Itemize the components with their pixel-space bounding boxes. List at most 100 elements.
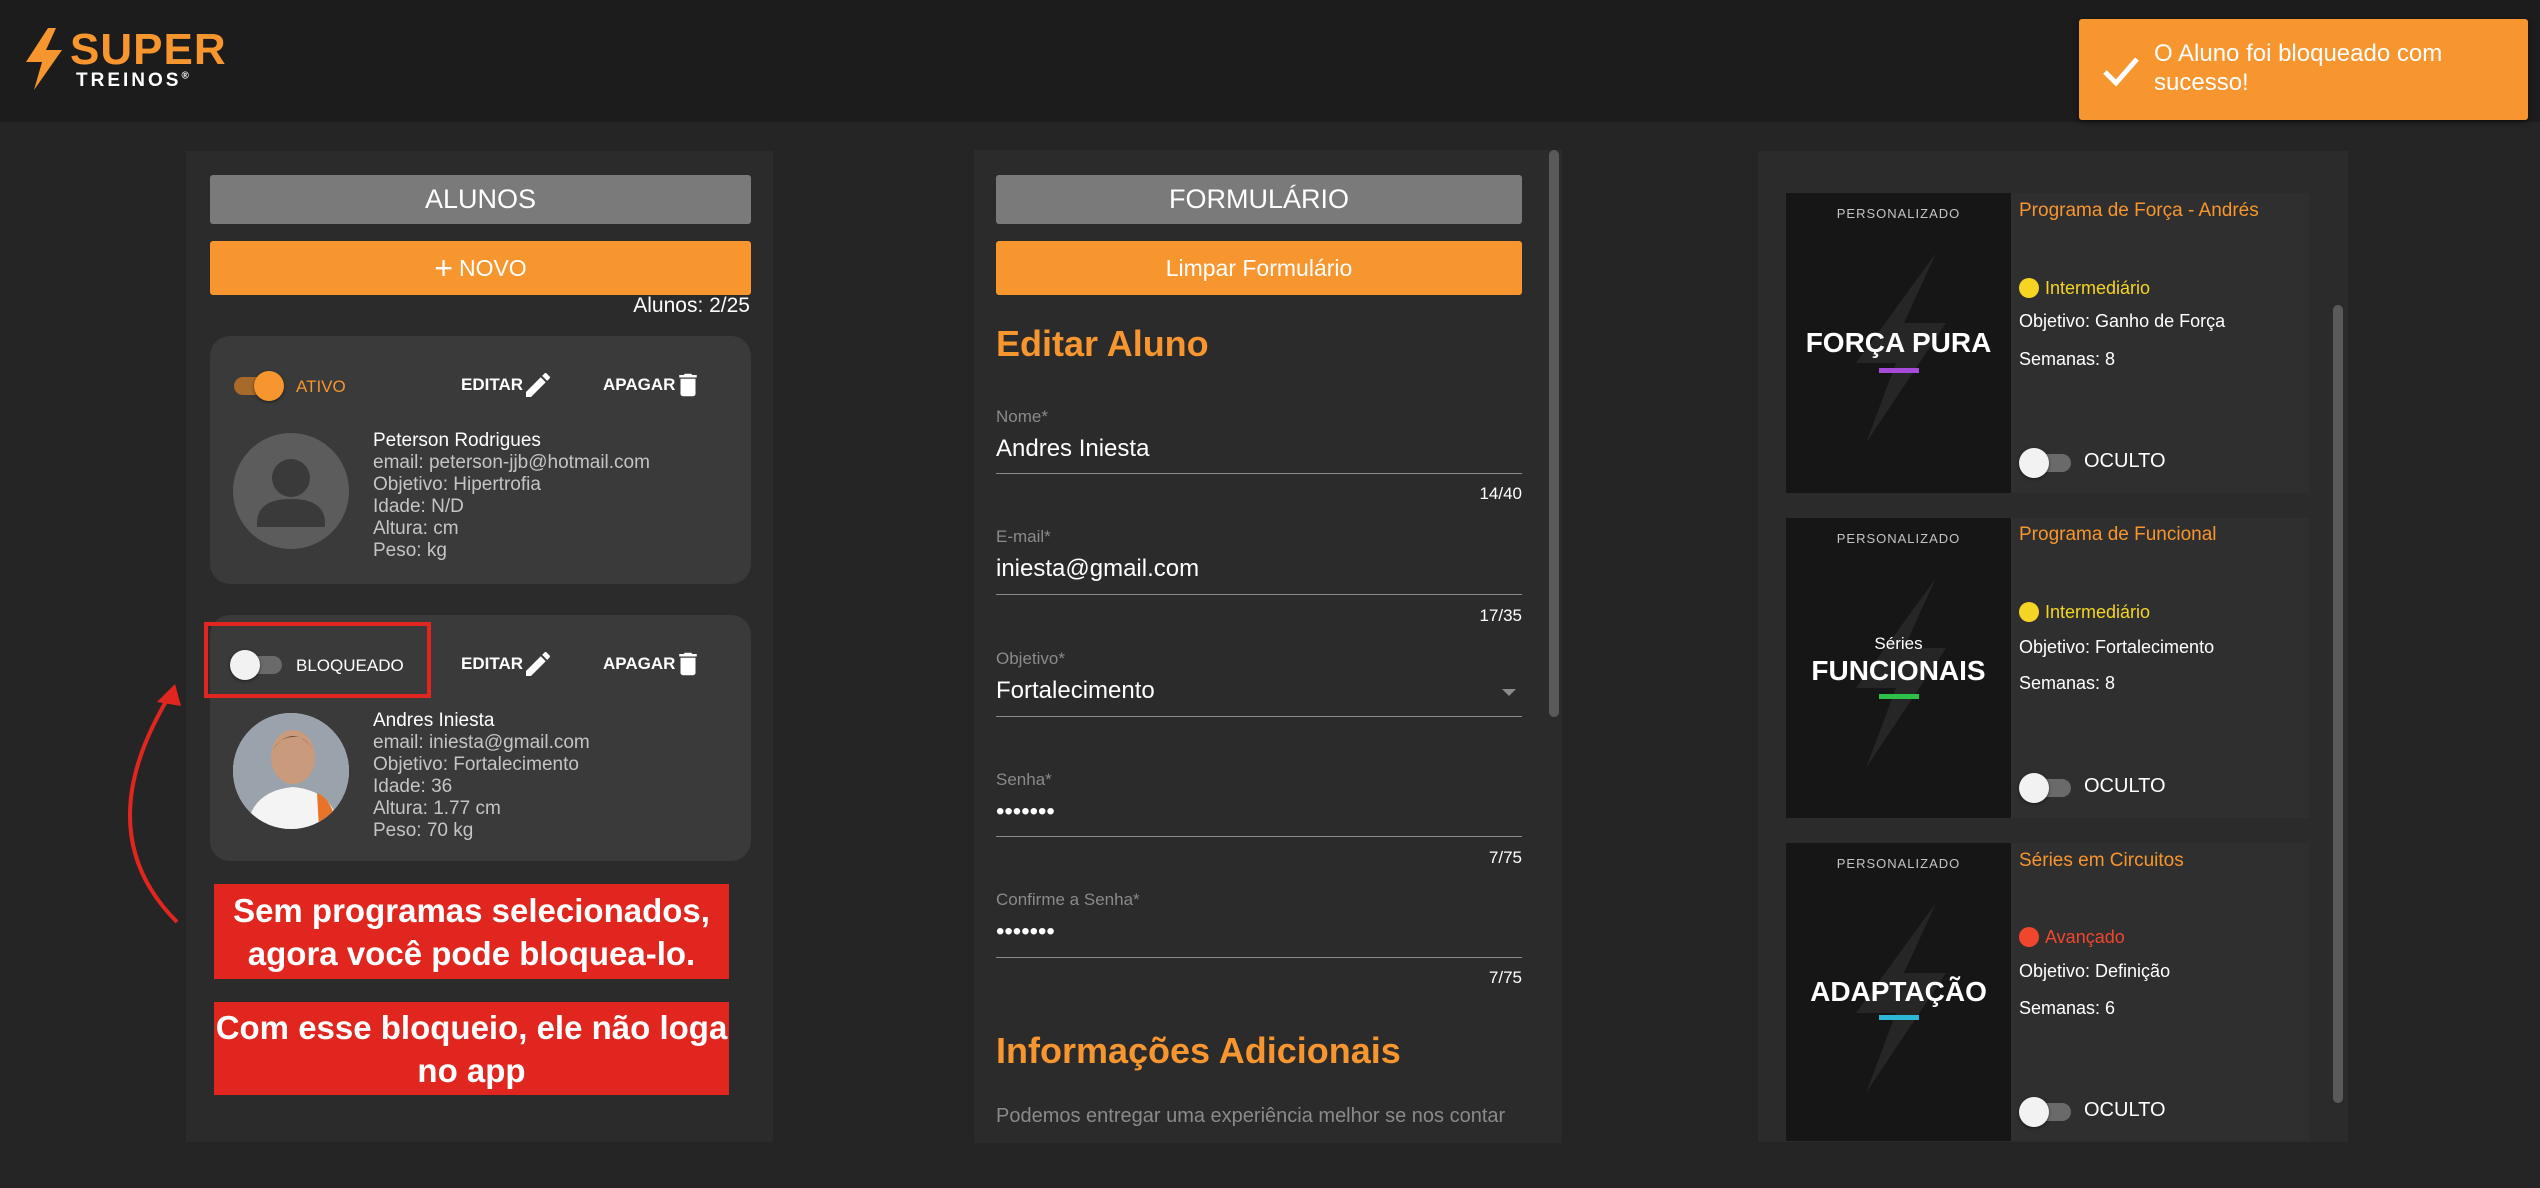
program-weeks: Semanas: 8 bbox=[2019, 349, 2116, 369]
password-field[interactable]: ••••••• bbox=[996, 798, 1522, 826]
trash-icon[interactable] bbox=[673, 369, 703, 401]
program-accent-bar bbox=[1879, 1015, 1919, 1020]
student-objective: Objetivo: Fortalecimento bbox=[373, 754, 579, 775]
password-label: Senha* bbox=[996, 770, 1052, 789]
chevron-down-icon[interactable] bbox=[1500, 686, 1518, 698]
students-count: Alunos: 2/25 bbox=[633, 294, 750, 317]
status-toggle[interactable] bbox=[230, 371, 284, 401]
student-email: email: iniesta@gmail.com bbox=[373, 732, 590, 753]
student-weight: Peso: kg bbox=[373, 540, 447, 561]
password-counter: 7/75 bbox=[1488, 848, 1522, 867]
program-thumbnail: PERSONALIZADO Séries FUNCIONAIS bbox=[1786, 518, 2011, 818]
confirm-password-counter: 7/75 bbox=[1488, 968, 1522, 987]
program-title[interactable]: Programa de Força - Andrés bbox=[2019, 200, 2259, 222]
objective-underline bbox=[996, 716, 1522, 717]
student-info: Andres Iniesta email: iniesta@gmail.com … bbox=[373, 710, 590, 842]
delete-button[interactable]: APAGAR bbox=[603, 375, 675, 395]
program-thumbnail: PERSONALIZADO ADAPTAÇÃO bbox=[1786, 843, 2011, 1141]
lightning-level-icon bbox=[2019, 602, 2039, 622]
program-thumb-title: FUNCIONAIS bbox=[1811, 655, 1986, 686]
program-tag: PERSONALIZADO bbox=[1836, 856, 1961, 871]
delete-button[interactable]: APAGAR bbox=[603, 654, 675, 674]
program-title[interactable]: Séries em Circuitos bbox=[2019, 850, 2184, 872]
program-objective: Objetivo: Fortalecimento bbox=[2019, 637, 2215, 657]
visibility-toggle[interactable] bbox=[2019, 773, 2073, 803]
form-title: Editar Aluno bbox=[996, 323, 1209, 364]
objective-label: Objetivo* bbox=[996, 649, 1065, 668]
pencil-icon[interactable] bbox=[522, 369, 554, 401]
lightning-level-icon bbox=[2019, 278, 2039, 298]
student-age: Idade: 36 bbox=[373, 776, 453, 797]
program-accent-bar bbox=[1879, 368, 1919, 373]
program-objective: Objetivo: Ganho de Força bbox=[2019, 311, 2226, 331]
email-field[interactable]: iniesta@gmail.com bbox=[996, 555, 1522, 583]
program-weeks: Semanas: 8 bbox=[2019, 673, 2116, 693]
program-thumb-subtitle: Séries bbox=[1874, 634, 1923, 653]
password-underline bbox=[996, 836, 1522, 837]
program-weeks: Semanas: 6 bbox=[2019, 998, 2116, 1018]
lightning-logo-icon bbox=[26, 28, 62, 90]
check-icon bbox=[2103, 57, 2139, 87]
pencil-icon[interactable] bbox=[522, 648, 554, 680]
brand-name-bottom: TREINOS® bbox=[76, 70, 192, 91]
visibility-label: OCULTO bbox=[2084, 775, 2166, 797]
annotation-callout: Sem programas selecionados, agora você p… bbox=[214, 884, 729, 979]
program-objective: Objetivo: Definição bbox=[2019, 961, 2171, 981]
form-scrollbar[interactable] bbox=[1549, 150, 1559, 717]
form-header: FORMULÁRIO bbox=[996, 175, 1522, 224]
objective-select[interactable]: Fortalecimento bbox=[996, 677, 1522, 705]
user-icon bbox=[257, 459, 325, 527]
program-card[interactable]: PERSONALIZADO Séries FUNCIONAIS Programa… bbox=[1786, 518, 2309, 818]
new-student-label: NOVO bbox=[458, 255, 527, 281]
additional-info-title: Informações Adicionais bbox=[996, 1030, 1401, 1071]
program-level: Avançado bbox=[2019, 927, 2125, 948]
annotation-callout: Com esse bloqueio, ele não loga no app bbox=[214, 1002, 729, 1095]
student-name: Peterson Rodrigues bbox=[373, 430, 541, 451]
student-info: Peterson Rodrigues email: peterson-jjb@h… bbox=[373, 430, 650, 562]
visibility-toggle[interactable] bbox=[2019, 1097, 2073, 1127]
toast-message: O Aluno foi bloqueado com sucesso! bbox=[2154, 40, 2443, 96]
name-label: Nome* bbox=[996, 407, 1048, 426]
new-student-button[interactable]: + NOVO bbox=[210, 241, 751, 295]
student-height: Altura: cm bbox=[373, 518, 459, 539]
status-label: ATIVO bbox=[296, 377, 346, 396]
confirm-password-label: Confirme a Senha* bbox=[996, 890, 1140, 909]
student-objective: Objetivo: Hipertrofia bbox=[373, 474, 541, 495]
email-label: E-mail* bbox=[996, 527, 1051, 546]
visibility-toggle[interactable] bbox=[2019, 448, 2073, 478]
form-panel bbox=[974, 150, 1562, 1143]
program-tag: PERSONALIZADO bbox=[1836, 206, 1961, 221]
program-thumbnail: PERSONALIZADO FORÇA PURA bbox=[1786, 193, 2011, 493]
avatar-photo bbox=[233, 713, 349, 829]
avatar-placeholder bbox=[233, 433, 349, 549]
edit-button[interactable]: EDITAR bbox=[461, 654, 523, 674]
student-email: email: peterson-jjb@hotmail.com bbox=[373, 452, 650, 473]
program-accent-bar bbox=[1879, 694, 1919, 699]
student-name: Andres Iniesta bbox=[373, 710, 495, 731]
edit-button[interactable]: EDITAR bbox=[461, 375, 523, 395]
confirm-password-field[interactable]: ••••••• bbox=[996, 918, 1522, 946]
programs-scrollbar[interactable] bbox=[2333, 305, 2343, 1103]
trash-icon[interactable] bbox=[673, 648, 703, 680]
name-field[interactable]: Andres Iniesta bbox=[996, 435, 1522, 463]
student-weight: Peso: 70 kg bbox=[373, 820, 474, 841]
brand-logo[interactable]: SUPER TREINOS® bbox=[22, 26, 226, 94]
status-toggle[interactable] bbox=[230, 650, 284, 680]
annotation-arrow-icon bbox=[128, 684, 181, 924]
students-header: ALUNOS bbox=[210, 175, 751, 224]
lightning-level-icon bbox=[2019, 927, 2039, 947]
clear-form-button[interactable]: Limpar Formulário bbox=[996, 241, 1522, 295]
program-level: Intermediário bbox=[2019, 278, 2150, 299]
student-age: Idade: N/D bbox=[373, 496, 464, 517]
program-card[interactable]: PERSONALIZADO ADAPTAÇÃO Séries em Circui… bbox=[1786, 843, 2309, 1141]
success-toast[interactable]: O Aluno foi bloqueado com sucesso! bbox=[2079, 19, 2528, 120]
program-thumb-title: ADAPTAÇÃO bbox=[1810, 976, 1987, 1007]
visibility-label: OCULTO bbox=[2084, 1099, 2166, 1121]
additional-info-description: Podemos entregar uma experiência melhor … bbox=[996, 1105, 1506, 1127]
program-title[interactable]: Programa de Funcional bbox=[2019, 524, 2217, 546]
status-label: BLOQUEADO bbox=[296, 656, 404, 675]
program-level: Intermediário bbox=[2019, 602, 2150, 623]
program-card[interactable]: PERSONALIZADO FORÇA PURA Programa de For… bbox=[1786, 193, 2309, 493]
student-height: Altura: 1.77 cm bbox=[373, 798, 501, 819]
email-counter: 17/35 bbox=[1479, 606, 1522, 625]
